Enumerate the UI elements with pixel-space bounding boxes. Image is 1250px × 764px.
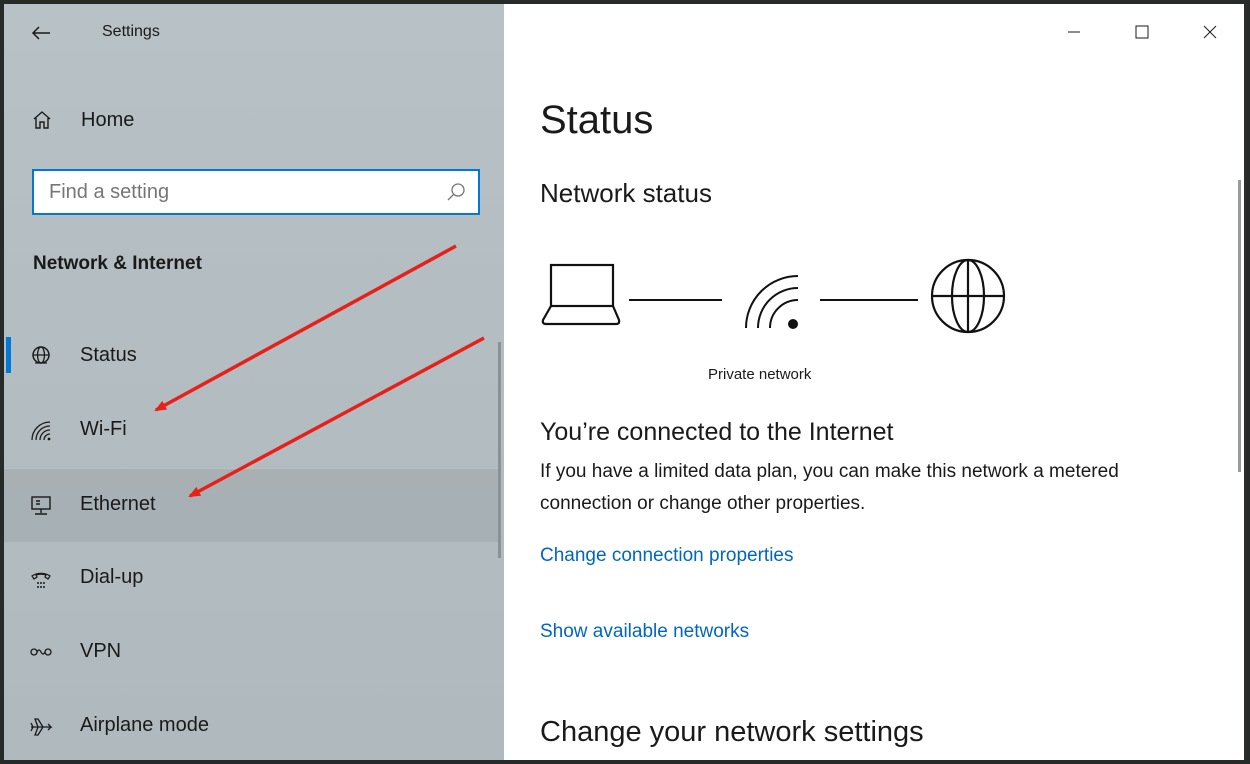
change-network-settings-heading: Change your network settings <box>540 716 924 748</box>
vpn-icon <box>30 648 52 656</box>
nav-item-ethernet[interactable]: Ethernet <box>4 468 500 542</box>
nav-item-dialup[interactable]: Dial-up <box>4 542 500 616</box>
back-button[interactable] <box>26 18 56 48</box>
laptop-icon <box>541 263 621 326</box>
nav-item-label: Status <box>80 344 137 366</box>
dialup-icon <box>31 572 51 588</box>
minimize-icon <box>1068 31 1080 33</box>
wifi-icon <box>31 421 51 441</box>
back-arrow-icon <box>31 26 50 40</box>
content-scrollbar[interactable] <box>1238 180 1241 472</box>
network-diagram <box>541 258 1006 334</box>
settings-window: Settings Home Network & Internet Status <box>4 4 1244 760</box>
nav-item-status[interactable]: Status <box>4 320 500 394</box>
globe-status-icon <box>32 346 50 364</box>
search-icon[interactable] <box>446 182 466 202</box>
globe-icon <box>930 258 1006 334</box>
window-controls <box>1040 4 1244 60</box>
airplane-icon <box>30 718 53 736</box>
network-status-heading: Network status <box>540 178 712 208</box>
sidebar-scrollbar[interactable] <box>498 342 501 558</box>
nav-item-label: VPN <box>80 640 122 662</box>
search-box[interactable] <box>32 169 480 215</box>
close-icon <box>1203 25 1217 39</box>
maximize-icon <box>1135 25 1149 39</box>
nav-item-label: Dial-up <box>80 566 144 588</box>
minimize-button[interactable] <box>1040 4 1108 60</box>
maximize-button[interactable] <box>1108 4 1176 60</box>
home-icon <box>33 111 51 129</box>
nav-item-label: Wi-Fi <box>80 418 127 440</box>
app-title: Settings <box>102 23 160 40</box>
connection-status-heading: You’re connected to the Internet <box>540 418 894 446</box>
nav-home-label: Home <box>81 108 135 131</box>
nav-item-airplane[interactable]: Airplane mode <box>4 690 500 760</box>
nav-item-label: Airplane mode <box>80 714 209 736</box>
connection-description: If you have a limited data plan, you can… <box>540 461 1119 514</box>
show-available-networks-link[interactable]: Show available networks <box>540 621 749 643</box>
section-heading: Network & Internet <box>33 253 202 274</box>
nav-item-vpn[interactable]: VPN <box>4 616 500 690</box>
nav-home[interactable]: Home <box>4 98 504 142</box>
search-input[interactable] <box>34 171 434 213</box>
sidebar: Settings Home Network & Internet Status <box>4 4 504 760</box>
ethernet-icon <box>31 496 51 515</box>
content-pane: Status Network status Private network Yo… <box>504 4 1244 760</box>
page-title: Status <box>540 98 654 142</box>
change-connection-properties-link[interactable]: Change connection properties <box>540 545 794 567</box>
nav-item-label: Ethernet <box>80 493 156 515</box>
wifi-signal-icon <box>745 275 799 329</box>
close-button[interactable] <box>1176 4 1244 60</box>
nav-item-wifi[interactable]: Wi-Fi <box>4 394 500 468</box>
network-type-label: Private network <box>708 366 812 383</box>
